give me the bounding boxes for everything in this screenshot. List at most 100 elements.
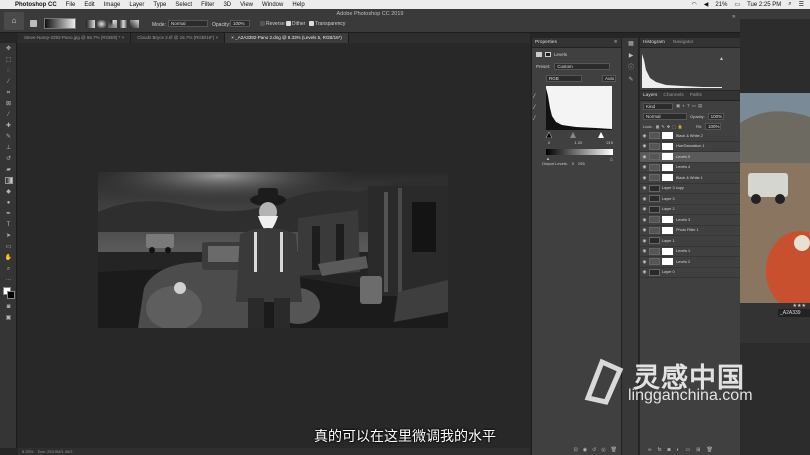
tab-pano-dng[interactable]: × _A2A3392-Pano 2.dng @ 8.33% (Levels 5,… (225, 33, 349, 43)
layer-row[interactable]: ◉ Levels 1 (640, 247, 740, 257)
layer-name[interactable]: Black & White 2 (676, 134, 703, 138)
filter-kind-select[interactable]: Kind (643, 102, 673, 110)
dither-option[interactable]: Dither (286, 21, 305, 27)
warning-icon[interactable]: ▲ (719, 56, 724, 62)
group-icon[interactable]: ▭ (686, 447, 691, 453)
tab-paths[interactable]: Paths (690, 91, 702, 100)
visibility-eye-icon[interactable]: ◉ (640, 154, 649, 160)
layer-row[interactable]: ◉ Levels 3 (640, 215, 740, 226)
layer-thumbnail[interactable] (649, 205, 660, 213)
transparency-checkbox[interactable] (309, 21, 314, 27)
opacity-field[interactable]: 100% (230, 20, 250, 27)
search-icon[interactable]: ⌕ (788, 1, 791, 8)
menu-help[interactable]: Help (292, 2, 304, 8)
visibility-eye-icon[interactable]: ◉ (640, 206, 649, 212)
visibility-eye-icon[interactable]: ◉ (640, 227, 649, 233)
trash-icon[interactable]: 🗑 (706, 447, 712, 453)
filter-icons[interactable]: ▣◐T▭▤ (676, 103, 704, 109)
pen-tool-icon[interactable]: ✒ (0, 208, 17, 219)
layer-row[interactable]: ◉ Hue/Saturation 1 (640, 142, 740, 152)
close-icon[interactable]: × (122, 35, 125, 40)
input-white-value[interactable]: 215 (606, 140, 613, 145)
adjustment-thumbnail[interactable] (649, 226, 660, 234)
hand-tool-icon[interactable]: ✋ (0, 252, 17, 263)
diamond-gradient-button[interactable] (130, 20, 139, 28)
fill-field[interactable]: 100% (705, 122, 722, 130)
lasso-tool-icon[interactable]: ◌ (0, 65, 17, 76)
play-action-icon[interactable]: ▶ (622, 50, 640, 62)
visibility-eye-icon[interactable]: ◉ (640, 133, 649, 139)
quick-mask-icon[interactable]: ◙ (0, 301, 17, 312)
clone-stamp-tool-icon[interactable]: ⊥ (0, 142, 17, 153)
marquee-tool-icon[interactable]: ⬚ (0, 54, 17, 65)
brush-tool-icon[interactable]: ✎ (0, 131, 17, 142)
visibility-eye-icon[interactable]: ◉ (640, 217, 649, 223)
menu-select[interactable]: Select (175, 2, 192, 8)
reset-icon[interactable]: ↺ (592, 447, 596, 453)
adjustment-thumbnail[interactable] (649, 174, 660, 182)
tab-layers[interactable]: Layers (643, 91, 657, 100)
mask-thumbnail[interactable] (662, 163, 673, 171)
adjustment-thumbnail[interactable] (649, 216, 660, 224)
visibility-eye-icon[interactable]: ◉ (640, 196, 649, 202)
layer-name[interactable]: Levels 5 (676, 155, 690, 159)
layer-name[interactable]: Layer 3 copy (662, 186, 684, 190)
menu-filter[interactable]: Filter (201, 2, 214, 8)
layer-row[interactable]: ◉ Levels 4 (640, 163, 740, 173)
menu-view[interactable]: View (240, 2, 253, 8)
layer-name[interactable]: Black & White 1 (676, 176, 703, 180)
clip-icon[interactable]: ⊡ (573, 447, 577, 453)
layer-row[interactable]: ◉ Layer 1 (640, 236, 740, 247)
mask-icon[interactable] (545, 51, 551, 57)
zoom-level[interactable]: 8.33% (22, 449, 33, 454)
radial-gradient-button[interactable] (97, 20, 106, 28)
layer-row[interactable]: ◉ Black & White 2 (640, 131, 740, 142)
healing-brush-tool-icon[interactable]: ✚ (0, 120, 17, 131)
channel-select[interactable]: RGB (546, 74, 582, 82)
rectangle-tool-icon[interactable]: ▭ (0, 241, 17, 252)
color-truck-photo[interactable] (740, 93, 810, 303)
preset-select[interactable]: Custom (554, 62, 611, 70)
menu-3d[interactable]: 3D (223, 2, 231, 8)
input-sliders[interactable] (546, 130, 612, 138)
layer-row[interactable]: ◉ Layer 3 (640, 194, 740, 205)
layer-thumbnail[interactable] (649, 184, 660, 192)
history-icon[interactable]: ▦ (622, 38, 640, 50)
mask-thumbnail[interactable] (662, 132, 673, 140)
menu-list-icon[interactable]: ☰ (799, 1, 804, 8)
transparency-option[interactable]: Transparency (309, 21, 345, 27)
visibility-eye-icon[interactable]: ◉ (640, 259, 649, 265)
layer-name[interactable]: Levels 2 (676, 260, 690, 264)
eraser-tool-icon[interactable]: ▰ (0, 164, 17, 175)
layer-row[interactable]: ◉ Layer 0 (640, 268, 740, 278)
view-previous-icon[interactable]: ◉ (583, 447, 587, 453)
adjustment-layer-icon[interactable]: ◐ (677, 447, 680, 453)
battery-icon[interactable]: ▭ (734, 1, 740, 8)
visibility-eye-icon[interactable]: ◉ (640, 185, 649, 191)
blend-mode-select[interactable]: Normal (643, 112, 687, 120)
mask-thumbnail[interactable] (662, 247, 673, 255)
move-tool-icon[interactable]: ✥ (0, 43, 17, 54)
visibility-eye-icon[interactable]: ◉ (640, 269, 649, 275)
layer-name[interactable]: Layer 1 (662, 239, 675, 243)
path-select-tool-icon[interactable]: ➤ (0, 230, 17, 241)
mode-select[interactable]: Normal (168, 20, 208, 27)
crop-tool-icon[interactable]: ⌗ (0, 87, 17, 98)
output-white-value[interactable]: 255 (578, 161, 585, 166)
layer-name[interactable]: Hue/Saturation 1 (676, 144, 705, 148)
adjustment-thumbnail[interactable] (649, 258, 660, 266)
black-point-eyedropper-icon[interactable]: ⁄ (534, 92, 535, 103)
layer-name[interactable]: Levels 3 (676, 218, 690, 222)
visibility-eye-icon[interactable]: ◉ (640, 248, 649, 254)
layer-name[interactable]: Levels 1 (676, 249, 690, 253)
screen-mode-icon[interactable]: ▣ (0, 312, 17, 323)
trash-icon[interactable]: 🗑 (611, 447, 617, 453)
info-icon[interactable]: ⓘ (622, 62, 640, 74)
adjustment-thumbnail[interactable] (649, 132, 660, 140)
gradient-tool-icon[interactable] (0, 175, 17, 186)
menu-layer[interactable]: Layer (129, 2, 144, 8)
adjustment-thumbnail[interactable] (649, 163, 660, 171)
doc-size[interactable]: Doc: 253.9M/1.06G (38, 449, 73, 454)
type-tool-icon[interactable]: T (0, 219, 17, 230)
mask-thumbnail[interactable] (662, 226, 673, 234)
